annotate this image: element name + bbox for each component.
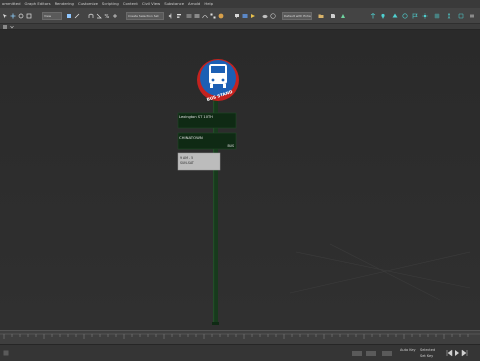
main-toolbar: View % Create Selection Set Default with… <box>0 8 480 24</box>
arnold-render-icon[interactable] <box>340 13 346 19</box>
expand-icon[interactable] <box>458 13 464 19</box>
pole-base <box>212 322 219 325</box>
curve-editor-icon[interactable] <box>202 13 208 19</box>
flag-icon[interactable] <box>412 13 418 19</box>
menu-item-content[interactable]: Content <box>123 0 138 8</box>
auto-key-label[interactable]: Auto Key <box>400 348 416 353</box>
select-manipulate-icon[interactable] <box>74 13 80 19</box>
script-icon[interactable] <box>330 13 336 19</box>
coordinate-x-field[interactable] <box>352 351 362 356</box>
menu-item-help[interactable]: Help <box>204 0 213 8</box>
selected-dropdown[interactable]: Selected <box>420 348 435 353</box>
schematic-view-icon[interactable] <box>210 13 216 19</box>
reference-coordinate-dropdown[interactable]: View <box>42 12 62 20</box>
menu-item-customize[interactable]: Customize <box>78 0 98 8</box>
menu-item-graph-editors[interactable]: Graph Editors <box>25 0 51 8</box>
light-icon[interactable] <box>380 13 386 19</box>
a360-gallery-icon[interactable] <box>270 13 276 19</box>
sun-icon[interactable] <box>422 13 428 19</box>
menu-item-scripting[interactable]: Scripting <box>102 0 119 8</box>
coordinate-z-field[interactable] <box>382 351 392 356</box>
options-icon[interactable] <box>469 13 475 19</box>
menu-item-edit[interactable]: ommitted <box>2 0 21 8</box>
camera-sequencer-icon[interactable] <box>370 13 376 19</box>
perspective-viewport[interactable]: BUS STAND Lexington ST 10TH CHINATOWN BU… <box>0 30 480 330</box>
select-object-icon[interactable] <box>2 13 8 19</box>
scene-canvas: BUS STAND Lexington ST 10TH CHINATOWN BU… <box>177 59 471 325</box>
material-editor-icon[interactable] <box>218 13 224 19</box>
playback-controls[interactable] <box>446 349 472 357</box>
menu-item-substance[interactable]: Substance <box>164 0 184 8</box>
street-sign-2-text: CHINATOWN <box>179 135 203 140</box>
street-sign-1-text: Lexington ST 10TH <box>179 115 213 119</box>
align-icon[interactable] <box>176 13 182 19</box>
tree-icon[interactable] <box>392 13 398 19</box>
render-production-icon[interactable] <box>250 13 256 19</box>
render-setup-icon[interactable] <box>234 13 240 19</box>
menu-bar: ommitted Graph Editors Rendering Customi… <box>0 0 480 8</box>
folder-icon[interactable] <box>318 13 324 19</box>
toggle-ribbon-icon[interactable] <box>194 13 200 19</box>
svg-text:%: % <box>105 14 110 19</box>
rendered-frame-window-icon[interactable] <box>242 13 248 19</box>
status-bar: Auto Key Selected Set Key <box>0 344 480 361</box>
render-in-cloud-icon[interactable] <box>262 13 268 19</box>
menu-item-rendering[interactable]: Rendering <box>55 0 74 8</box>
ribbon-toggle-icon[interactable] <box>3 25 7 29</box>
schedule-line-1: 9 AM - 5 <box>180 156 193 160</box>
snaps-toggle-icon[interactable] <box>88 13 94 19</box>
pivot-center-icon[interactable] <box>66 13 72 19</box>
percent-snap-icon[interactable]: % <box>104 13 110 19</box>
scale-icon[interactable] <box>26 13 32 19</box>
timeline-ruler <box>0 333 480 339</box>
home-grid <box>289 243 471 301</box>
menu-item-civil-view[interactable]: Civil View <box>142 0 160 8</box>
named-selection-sets-dropdown[interactable]: Create Selection Set <box>126 12 164 20</box>
sphere-icon[interactable] <box>402 13 408 19</box>
ribbon-expand-icon[interactable] <box>10 25 14 29</box>
street-sign-2-subtext: BUS <box>227 144 234 148</box>
layer-explorer-icon[interactable] <box>186 13 192 19</box>
schedule-line-2: SUN-SAT <box>180 161 194 165</box>
maxscript-listener-icon[interactable] <box>3 350 9 356</box>
track-bar[interactable] <box>0 330 480 345</box>
move-icon[interactable] <box>10 13 16 19</box>
walk-through-icon[interactable] <box>446 13 452 19</box>
grid-icon[interactable] <box>434 13 440 19</box>
set-key-label[interactable]: Set Key <box>420 354 433 359</box>
mirror-icon[interactable] <box>168 13 174 19</box>
workspace-dropdown[interactable]: Default with Enhanced <box>282 12 312 20</box>
menu-item-arnold[interactable]: Arnold <box>188 0 200 8</box>
angle-snap-icon[interactable] <box>96 13 102 19</box>
coordinate-y-field[interactable] <box>366 351 376 356</box>
rotate-icon[interactable] <box>18 13 24 19</box>
spinner-snap-icon[interactable] <box>112 13 118 19</box>
